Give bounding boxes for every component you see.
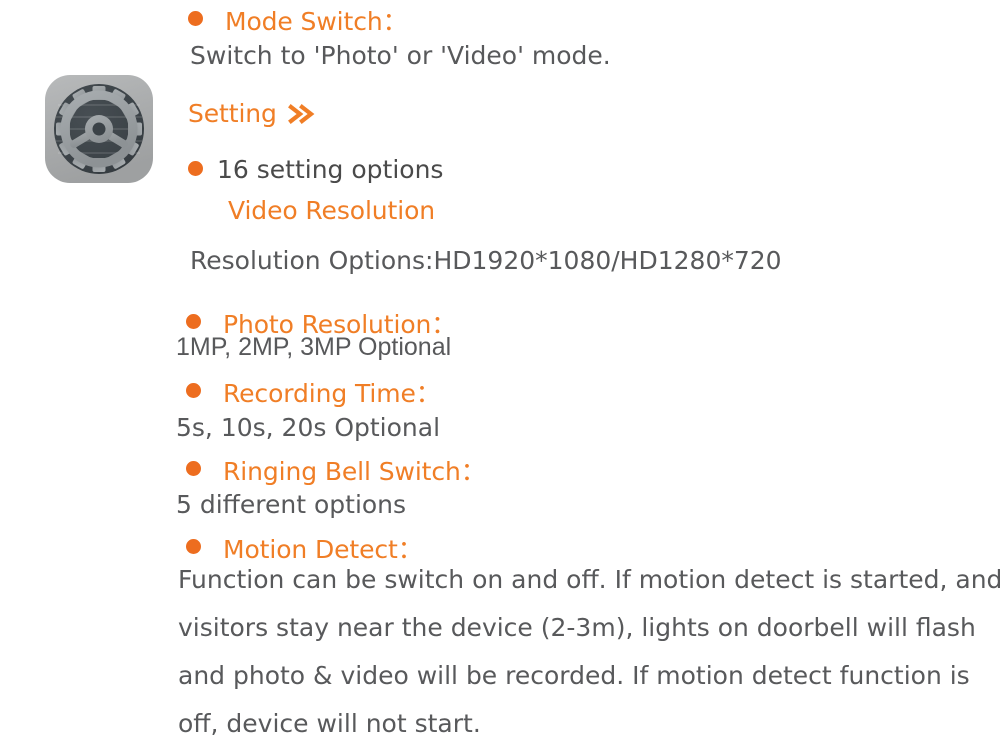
setting-title: Setting [188,99,277,128]
photo-resolution-description: 1MP, 2MP, 3MP Optional [176,333,452,361]
settings-gear-icon [44,74,154,184]
bullet-icon [188,160,203,176]
bullet-icon [186,383,201,398]
double-chevron-right-icon [287,101,317,127]
video-resolution-label: Video Resolution [228,196,436,225]
motion-detect-description: Function can be switch on and off. If mo… [178,565,1000,738]
ringing-bell-switch-description: 5 different options [176,490,407,519]
recording-time-heading: Recording Time： [223,379,441,408]
bullet-icon [188,11,203,26]
video-resolution-description: Resolution Options:HD1920*1080/HD1280*72… [190,246,782,275]
mode-switch-description: Switch to 'Photo' or 'Video' mode. [190,41,611,70]
ringing-bell-switch-heading-row: Ringing Bell Switch： [186,452,486,488]
bullet-icon [186,314,201,329]
recording-time-description: 5s, 10s, 20s Optional [176,413,441,442]
setting-title-row: Setting [188,99,317,128]
setting-options-count-label: 16 setting options [217,155,444,184]
mode-switch-heading: Mode Switch： [225,7,408,36]
setting-options-count-row: 16 setting options [188,155,443,184]
bullet-icon [186,539,201,554]
bullet-icon [186,461,201,476]
mode-switch-heading-row: Mode Switch： [188,2,408,38]
recording-time-heading-row: Recording Time： [186,374,441,410]
ringing-bell-switch-heading: Ringing Bell Switch： [223,457,486,486]
